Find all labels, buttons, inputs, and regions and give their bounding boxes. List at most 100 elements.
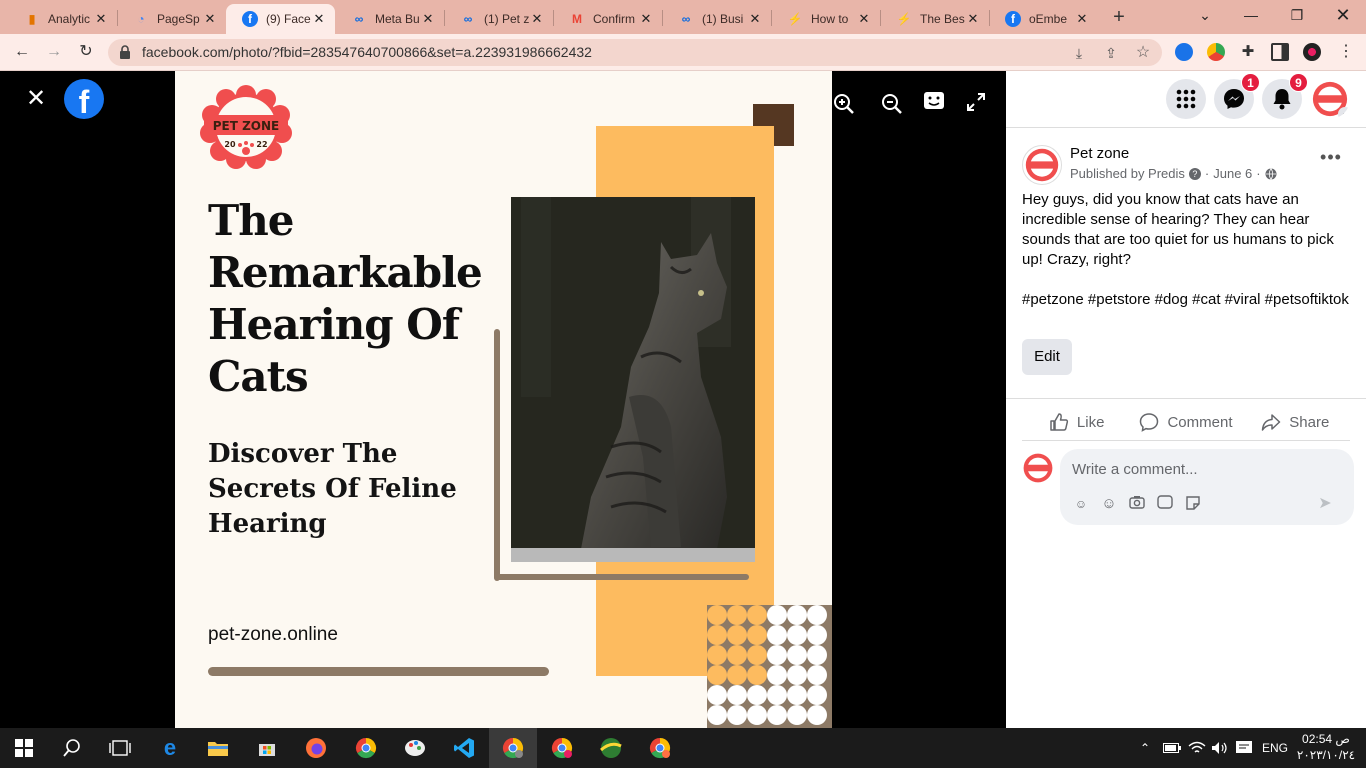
- lock-icon[interactable]: [120, 45, 130, 59]
- emoji-icon[interactable]: ☺: [1100, 495, 1118, 513]
- volume-icon[interactable]: [1211, 728, 1229, 768]
- poster-title-line: Remarkable: [208, 248, 483, 297]
- address-bar[interactable]: facebook.com/photo/?fbid=283547640700866…: [108, 39, 1162, 66]
- chrome-profile-icon[interactable]: [550, 736, 574, 760]
- show-hidden-icons[interactable]: ⌃: [1140, 728, 1150, 768]
- windows-start-icon[interactable]: [12, 736, 36, 760]
- browser-tab-bar: ▮ Analytic ✕ ◔ PageSp ✕ f (9) Face ✕ ∞ Meta Bu ✕ ∞ (1…: [0, 0, 1366, 34]
- browser-tab[interactable]: M Confirm ✕: [553, 4, 662, 34]
- browser-tab[interactable]: ∞ (1) Busi ✕: [662, 4, 771, 34]
- tab-close-icon[interactable]: ✕: [856, 11, 872, 27]
- tab-close-icon[interactable]: ✕: [965, 11, 981, 27]
- browser-tab[interactable]: ∞ Meta Bu ✕: [335, 4, 444, 34]
- zoom-out-icon[interactable]: [880, 93, 904, 117]
- commenter-avatar[interactable]: [1022, 452, 1054, 484]
- microsoft-store-icon[interactable]: [255, 736, 279, 760]
- fullscreen-icon[interactable]: [964, 93, 988, 117]
- comment-input[interactable]: Write a comment... ☺ ☺ ➤: [1060, 449, 1354, 525]
- tab-title: oEmbe: [1029, 12, 1068, 26]
- edge-browser-icon[interactable]: e: [158, 735, 182, 760]
- paint-app-icon[interactable]: [403, 736, 427, 760]
- account-avatar[interactable]: ⌄: [1310, 79, 1350, 119]
- page-name-link[interactable]: Pet zone: [1070, 145, 1129, 162]
- cat-photo: [511, 197, 755, 562]
- tab-close-icon[interactable]: ✕: [420, 11, 436, 27]
- chrome-profile-icon[interactable]: [501, 736, 525, 760]
- maximize-button[interactable]: ❐: [1274, 0, 1320, 34]
- tab-close-icon[interactable]: ✕: [311, 11, 327, 27]
- tab-close-icon[interactable]: ✕: [93, 11, 109, 27]
- vscode-icon[interactable]: [452, 736, 476, 760]
- tab-search-chevron-icon[interactable]: ⌄: [1182, 0, 1228, 34]
- new-tab-button[interactable]: +: [1108, 6, 1130, 28]
- post-hashtags[interactable]: #petzone #petstore #dog #cat #viral #pet…: [1022, 290, 1352, 310]
- post-date[interactable]: June 6: [1213, 166, 1252, 181]
- clock-time: 02:54 ص: [1302, 732, 1350, 746]
- browser-tab[interactable]: ∞ (1) Pet z ✕: [444, 4, 553, 34]
- tab-close-icon[interactable]: ✕: [747, 11, 763, 27]
- menu-grid-button[interactable]: [1166, 79, 1206, 119]
- browser-tab[interactable]: ▮ Analytic ✕: [8, 4, 117, 34]
- wifi-icon[interactable]: [1188, 728, 1206, 768]
- tab-close-icon[interactable]: ✕: [1074, 11, 1090, 27]
- system-clock[interactable]: 02:54 ص ٢٠٢٣/١٠/٢٤: [1296, 731, 1356, 763]
- tab-close-icon[interactable]: ✕: [202, 11, 218, 27]
- tag-photo-icon[interactable]: [922, 89, 946, 113]
- browser-tab[interactable]: ⚡ The Bes ✕: [880, 4, 989, 34]
- back-button[interactable]: ←: [10, 40, 34, 64]
- chrome-icon[interactable]: [354, 736, 378, 760]
- menu-grid-icon: [1176, 89, 1196, 109]
- edit-button[interactable]: Edit: [1022, 339, 1072, 375]
- poster-subtitle-line: Secrets Of Feline: [208, 474, 457, 504]
- messenger-button[interactable]: 1: [1214, 73, 1260, 119]
- sticker-icon[interactable]: [1184, 495, 1202, 513]
- browser-tab[interactable]: f oEmbe ✕: [989, 4, 1098, 34]
- chrome-menu-icon[interactable]: ⋮: [1337, 43, 1355, 61]
- account-chevron-icon[interactable]: ⌄: [1338, 107, 1350, 119]
- gif-icon[interactable]: [1156, 495, 1174, 513]
- profile-avatar-icon[interactable]: [1303, 43, 1321, 61]
- like-button[interactable]: Like: [1022, 404, 1131, 440]
- firefox-icon[interactable]: [304, 736, 328, 760]
- side-panel-icon[interactable]: [1271, 43, 1289, 61]
- chrome-profile-icon[interactable]: [648, 736, 672, 760]
- zoom-in-icon[interactable]: [832, 93, 856, 117]
- action-center-icon[interactable]: [1236, 728, 1252, 768]
- search-icon[interactable]: [60, 736, 84, 760]
- close-icon[interactable]: ✕: [24, 87, 48, 111]
- extension-play-icon[interactable]: [1175, 43, 1193, 61]
- published-by-text: Published by Predis: [1070, 166, 1185, 181]
- forward-button[interactable]: →: [42, 40, 66, 64]
- battery-icon[interactable]: [1163, 728, 1181, 768]
- browser-tab[interactable]: ⚡ How to ✕: [771, 4, 880, 34]
- comment-button[interactable]: Comment: [1131, 404, 1240, 440]
- page-avatar[interactable]: [1022, 145, 1062, 185]
- file-explorer-icon[interactable]: [206, 736, 230, 760]
- post-byline: Published by Predis ? · June 6 ·: [1070, 166, 1277, 181]
- app-globe-icon[interactable]: [599, 736, 623, 760]
- task-view-icon[interactable]: [108, 736, 132, 760]
- url-text[interactable]: facebook.com/photo/?fbid=283547640700866…: [142, 39, 592, 66]
- tab-close-icon[interactable]: ✕: [638, 11, 654, 27]
- extension-colorful-icon[interactable]: [1207, 43, 1225, 61]
- language-indicator[interactable]: ENG: [1262, 728, 1288, 768]
- reload-button[interactable]: ↻: [74, 40, 98, 64]
- camera-icon[interactable]: [1128, 495, 1146, 513]
- share-button[interactable]: Share: [1241, 404, 1350, 440]
- minimize-button[interactable]: —: [1228, 0, 1274, 34]
- close-window-button[interactable]: ✕: [1320, 0, 1366, 34]
- tab-close-icon[interactable]: ✕: [529, 11, 545, 27]
- bolt-icon: ⚡: [896, 12, 912, 26]
- browser-tab[interactable]: ◔ PageSp ✕: [117, 4, 226, 34]
- bookmark-star-icon[interactable]: ☆: [1134, 44, 1152, 62]
- browser-tab[interactable]: f (9) Face ✕: [226, 4, 335, 34]
- install-app-icon[interactable]: ⤓: [1070, 44, 1088, 62]
- help-icon[interactable]: ?: [1188, 167, 1201, 180]
- share-icon[interactable]: ⇪: [1102, 44, 1120, 62]
- more-options-icon[interactable]: •••: [1320, 148, 1342, 173]
- notifications-button[interactable]: 9: [1262, 73, 1308, 119]
- extensions-puzzle-icon[interactable]: ✚: [1239, 43, 1257, 61]
- facebook-logo-icon[interactable]: f: [64, 79, 104, 119]
- avatar-sticker-icon[interactable]: ☺: [1072, 495, 1090, 513]
- send-icon[interactable]: ➤: [1316, 495, 1334, 513]
